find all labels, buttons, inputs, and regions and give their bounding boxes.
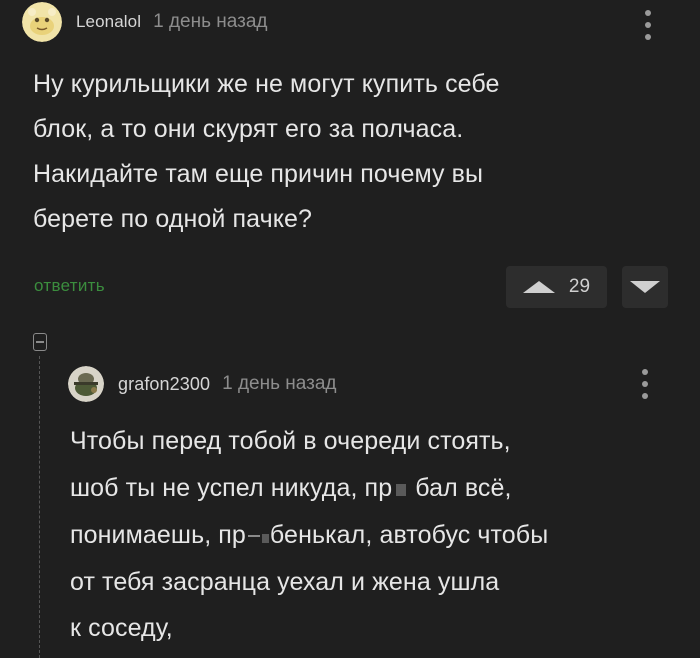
reply-text: Чтобы перед тобой в очереди стоять, — [70, 427, 511, 455]
avatar[interactable] — [22, 2, 62, 42]
rating-count: 29 — [568, 276, 591, 297]
vote-up-button[interactable]: 29 — [506, 266, 607, 308]
avatar[interactable] — [68, 366, 104, 402]
avatar-icon — [68, 366, 104, 402]
reply-header: grafon2300 1 день назад — [68, 366, 336, 402]
reply-text-line: Чтобы перед тобой в очереди стоять, — [70, 427, 511, 456]
username[interactable]: Leonalol — [76, 12, 141, 32]
reply-text-line: понимаешь, пр бенькал, автобус чтобы — [70, 521, 548, 550]
comment-text-line: Ну курильщики же не могут купить себе — [33, 70, 500, 98]
reply-text: бенькал, автобус чтобы — [269, 521, 549, 549]
comment-text-line: берете по одной пачке? — [33, 205, 313, 233]
comment-header: Leonalol 1 день назад — [22, 2, 267, 42]
censored-block — [247, 535, 260, 538]
triangle-up-icon — [522, 281, 555, 293]
username[interactable]: grafon2300 — [118, 374, 210, 395]
reply-text: к соседу, — [70, 614, 173, 642]
censored-block — [261, 534, 269, 543]
reply-text-line: к соседу, — [70, 614, 173, 643]
more-options-icon[interactable] — [640, 369, 650, 399]
reply-text: от тебя засранца уехал и жена ушла — [70, 568, 500, 596]
more-options-icon[interactable] — [643, 10, 653, 40]
comment-text-line: Накидайте там еще причин почему вы — [33, 160, 484, 188]
censored-block — [396, 484, 407, 496]
timestamp: 1 день назад — [153, 11, 268, 32]
reply-text-line: шоб ты не успел никуда, пр бал всё, — [70, 474, 512, 503]
thread-line — [39, 356, 40, 658]
comment-text-line: блок, а то они скурят его за полчаса. — [33, 115, 464, 143]
reply-text: понимаешь, пр — [70, 521, 246, 549]
triangle-down-icon — [630, 281, 660, 293]
timestamp: 1 день назад — [222, 373, 337, 394]
collapse-thread-icon[interactable] — [33, 333, 47, 351]
avatar-icon — [22, 2, 62, 42]
reply-button[interactable]: ответить — [34, 276, 105, 296]
vote-down-button[interactable] — [622, 266, 668, 308]
reply-text-line: от тебя засранца уехал и жена ушла — [70, 568, 499, 597]
reply-text: бал всё, — [415, 474, 512, 502]
reply-text: шоб ты не успел никуда, пр — [70, 474, 393, 502]
